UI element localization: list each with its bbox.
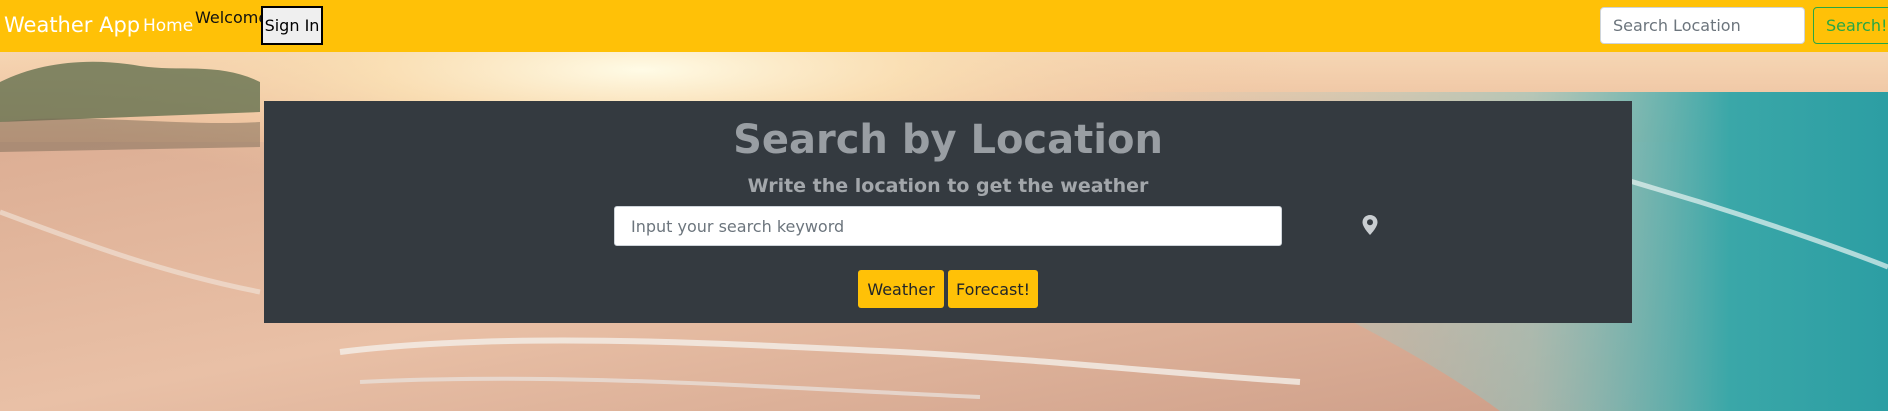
search-keyword-input[interactable] [614, 206, 1282, 246]
welcome-text: Welcome [195, 8, 269, 27]
search-panel: Search by Location Write the location to… [264, 101, 1632, 323]
nav-search-button[interactable]: Search! [1813, 7, 1888, 44]
page-title: Search by Location [733, 117, 1163, 163]
nav-search-location-input[interactable] [1600, 7, 1805, 44]
map-pin-icon-svg [1362, 215, 1378, 235]
brand-logo-link[interactable]: Weather App [4, 13, 140, 37]
nav-link-home[interactable]: Home [143, 16, 193, 36]
page-subtitle: Write the location to get the weather [747, 175, 1149, 197]
forecast-button[interactable]: Forecast! [948, 270, 1038, 308]
top-navbar: Weather App Home Welcome Sign In Search! [0, 0, 1888, 52]
map-pin-icon[interactable] [1361, 214, 1379, 236]
sign-in-button[interactable]: Sign In [261, 6, 323, 45]
weather-button[interactable]: Weather [858, 270, 944, 308]
